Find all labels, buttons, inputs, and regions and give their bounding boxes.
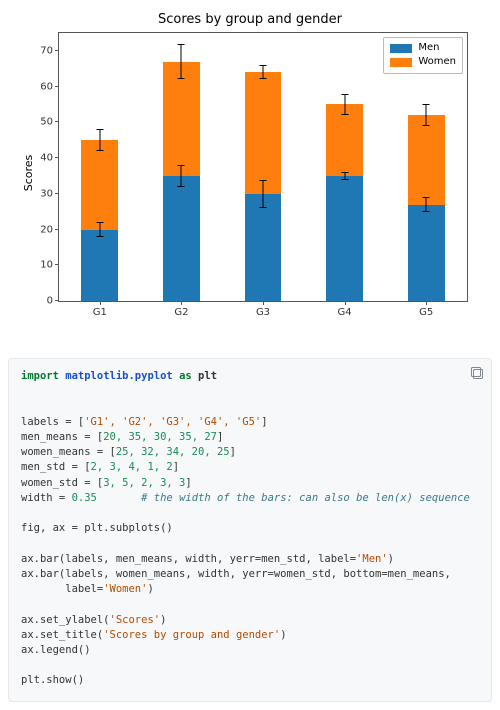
bar-men: [326, 176, 363, 301]
y-axis-label: Scores: [22, 155, 35, 192]
y-tick-label: 10: [40, 260, 59, 271]
y-tick-label: 0: [47, 296, 59, 307]
chart-title: Scores by group and gender: [8, 12, 492, 27]
bar-men: [408, 205, 445, 301]
bar-men: [245, 194, 282, 301]
swatch-women: [390, 58, 412, 67]
bar-women: [245, 72, 282, 193]
bar-G4: [326, 104, 363, 301]
errorbar-women: [99, 129, 100, 150]
errorbar-men: [99, 222, 100, 236]
errorbar-women: [426, 104, 427, 125]
errorbar-men: [426, 197, 427, 211]
y-tick-label: 50: [40, 117, 59, 128]
errorbar-women: [262, 65, 263, 79]
errorbar-men: [262, 180, 263, 209]
legend-item-women: Women: [390, 55, 456, 69]
bar-women: [81, 140, 118, 229]
bar-men: [163, 176, 200, 301]
swatch-men: [390, 44, 412, 53]
y-tick-label: 60: [40, 81, 59, 92]
legend-item-men: Men: [390, 41, 456, 55]
y-tick-label: 40: [40, 153, 59, 164]
bar-G3: [245, 72, 282, 301]
copy-icon[interactable]: [469, 365, 485, 381]
plot-area: Men Women 010203040506070G1G2G3G4G5: [58, 32, 468, 302]
y-tick-label: 70: [40, 45, 59, 56]
code-block: import matplotlib.pyplot as plt labels =…: [8, 358, 492, 702]
legend-label-men: Men: [418, 41, 439, 55]
bar-G5: [408, 115, 445, 301]
y-tick-label: 20: [40, 224, 59, 235]
errorbar-men: [344, 172, 345, 179]
bar-women: [408, 115, 445, 204]
errorbar-men: [181, 165, 182, 186]
bar-women: [326, 104, 363, 175]
bar-G1: [81, 140, 118, 301]
chart-figure: Scores by group and gender Scores Men Wo…: [8, 8, 492, 338]
code-text: import matplotlib.pyplot as plt labels =…: [21, 369, 479, 689]
bar-G2: [163, 62, 200, 301]
errorbar-women: [344, 94, 345, 115]
legend: Men Women: [383, 37, 463, 74]
errorbar-women: [181, 44, 182, 80]
bar-men: [81, 230, 118, 301]
y-tick-label: 30: [40, 188, 59, 199]
legend-label-women: Women: [418, 55, 456, 69]
